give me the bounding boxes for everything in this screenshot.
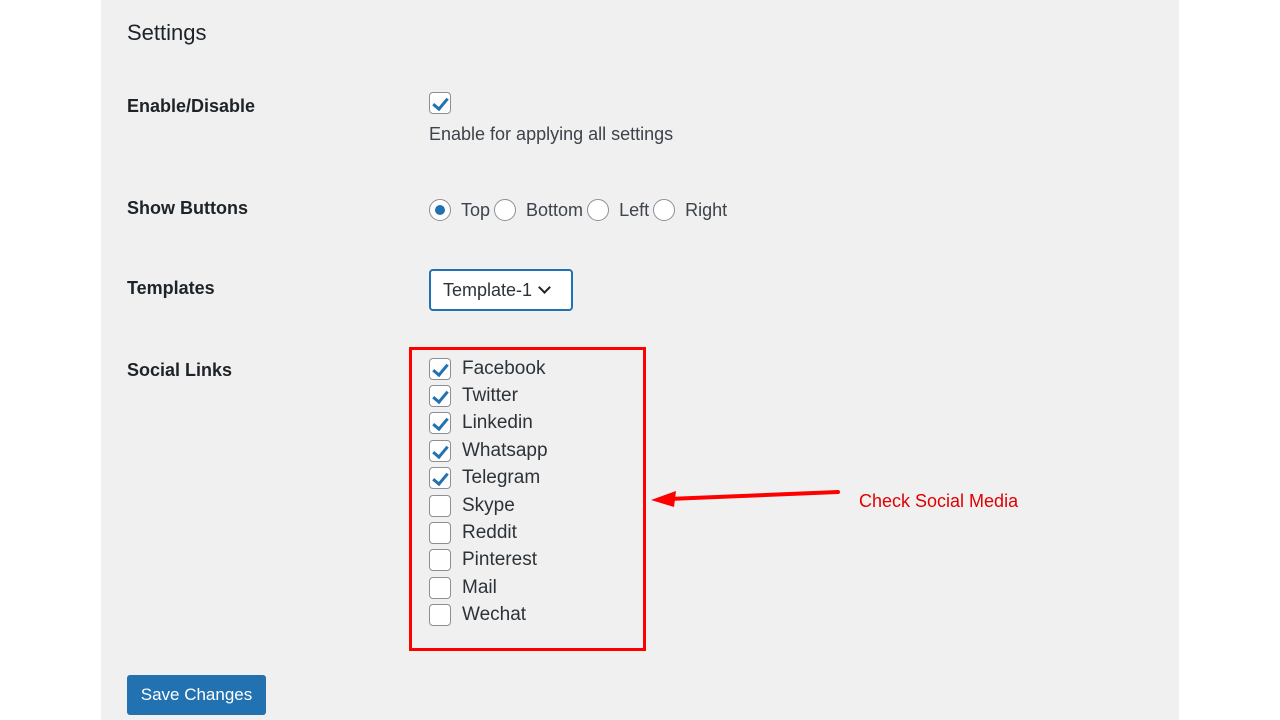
templates-label: Templates [127,278,215,298]
arrow-left-icon [651,490,840,507]
radio-bottom[interactable] [494,199,517,221]
enable-description: Enable for applying all settings [429,124,674,144]
radio-left[interactable] [587,199,610,221]
radio-right-label[interactable]: Right [685,200,727,221]
radio-bottom-label[interactable]: Bottom [526,200,583,221]
page-title: Settings [127,20,207,45]
radio-top[interactable] [429,199,451,221]
templates-selected-value: Template-1 [443,279,533,300]
templates-select[interactable]: Template-1 [429,269,573,311]
arrow-shaft [666,490,840,501]
enable-disable-label: Enable/Disable [127,96,256,116]
chevron-down-icon [538,281,551,294]
settings-panel: Settings Enable/Disable Enable for apply… [101,0,1179,720]
highlight-box [409,347,646,651]
show-buttons-label: Show Buttons [127,198,248,218]
arrow-head [651,491,676,507]
radio-top-label[interactable]: Top [461,200,490,221]
save-changes-button[interactable]: Save Changes [127,675,266,715]
radio-right[interactable] [653,199,676,221]
annotation-text: Check Social Media [859,491,1019,511]
enable-checkbox[interactable] [429,92,451,114]
show-buttons-radio-group: Top Bottom Left Right [429,199,731,221]
radio-left-label[interactable]: Left [619,200,649,221]
social-links-label: Social Links [127,360,233,380]
